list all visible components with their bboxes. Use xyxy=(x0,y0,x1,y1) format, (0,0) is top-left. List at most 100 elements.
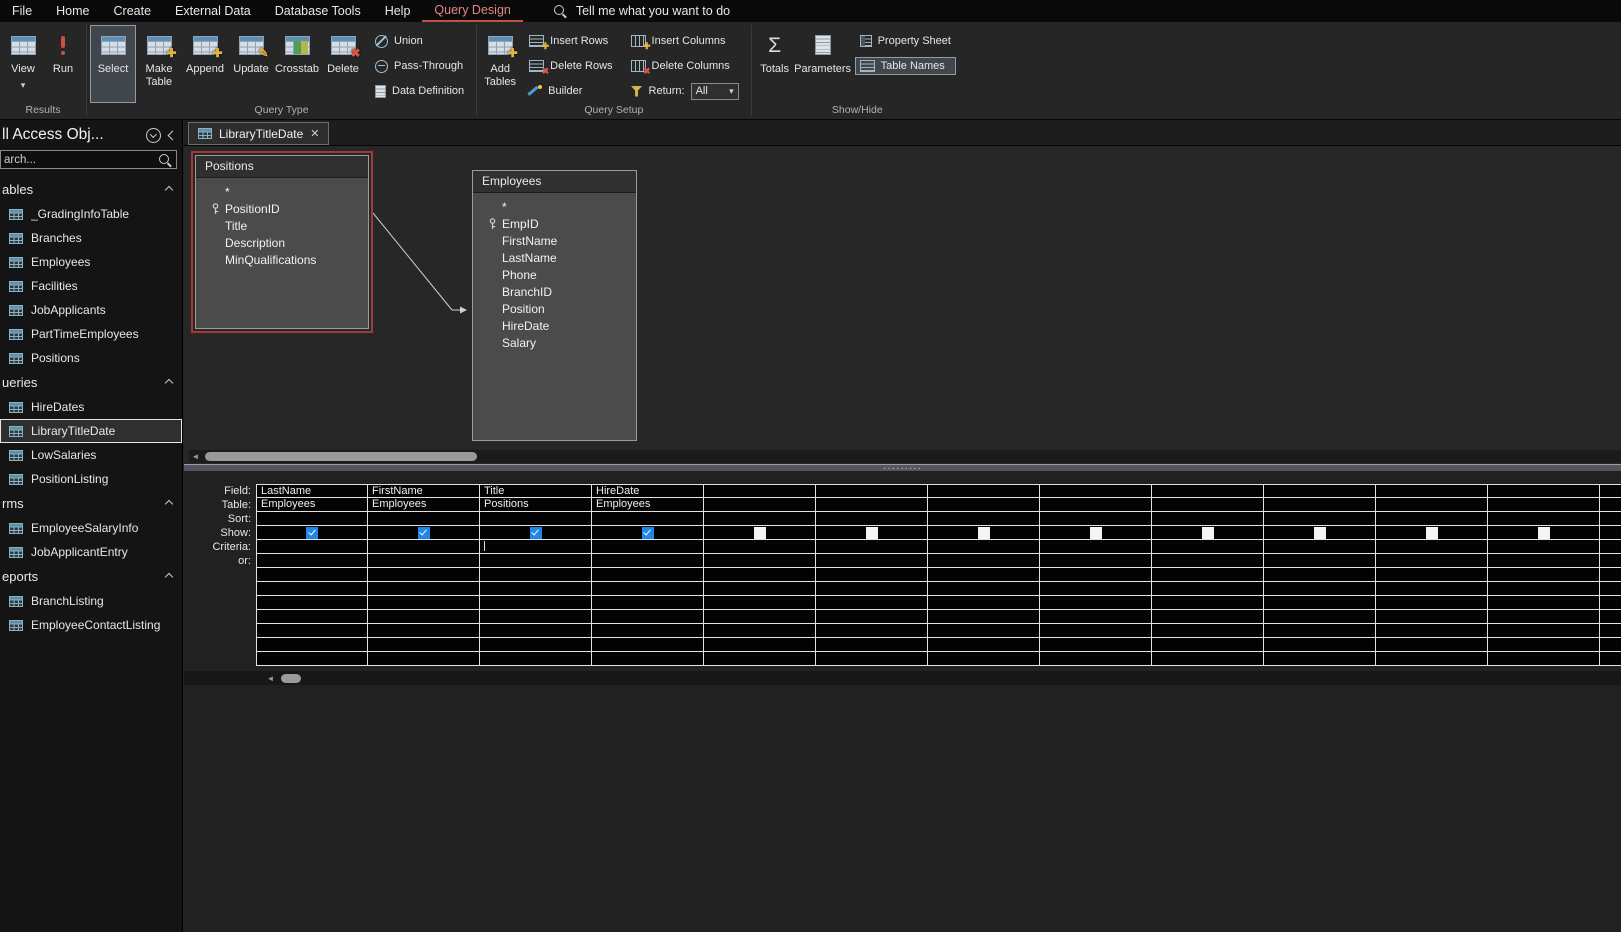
sidebar-item-hiredates[interactable]: HireDates xyxy=(0,395,182,419)
sidebar-item-employeecontactlisting[interactable]: EmployeeContactListing xyxy=(0,613,182,637)
grid-cell-extra-7-col1[interactable] xyxy=(368,582,480,596)
tab-close-icon[interactable]: ✕ xyxy=(310,127,319,140)
grid-cell-extra-8-col11[interactable] xyxy=(1488,596,1600,610)
show-checkbox-col11[interactable] xyxy=(1537,526,1550,539)
scroll-left-icon[interactable]: ◄ xyxy=(189,450,202,463)
grid-cell-extra-7-col6[interactable] xyxy=(928,582,1040,596)
delete-query-button[interactable]: ✖ Delete xyxy=(320,25,366,103)
grid-cell-extra-8-col1[interactable] xyxy=(368,596,480,610)
field-minqualifications[interactable]: MinQualifications xyxy=(196,251,368,268)
grid-cell-extra-9-col3[interactable] xyxy=(592,610,704,624)
view-dropdown-icon[interactable]: ▾ xyxy=(21,80,26,90)
grid-cell-table-col10[interactable] xyxy=(1376,498,1488,512)
nav-group-eports[interactable]: eports xyxy=(0,564,182,589)
grid-cell-extra-11-col1[interactable] xyxy=(368,638,480,652)
grid-cell-criteria-col12[interactable] xyxy=(1600,540,1621,554)
field-positionid[interactable]: PositionID xyxy=(196,200,368,217)
menu-item-create[interactable]: Create xyxy=(102,0,164,22)
grid-cell-extra-7-col8[interactable] xyxy=(1152,582,1264,596)
grid-cell-show-col1[interactable] xyxy=(368,526,480,540)
grid-cell-extra-12-col11[interactable] xyxy=(1488,652,1600,666)
nav-group-ueries[interactable]: ueries xyxy=(0,370,182,395)
grid-cell-extra-10-col7[interactable] xyxy=(1040,624,1152,638)
grid-cell-sort-col10[interactable] xyxy=(1376,512,1488,526)
field-title[interactable]: Title xyxy=(196,217,368,234)
insert-columns-button[interactable]: ✚ Insert Columns xyxy=(626,32,744,51)
make-table-button[interactable]: ✚ Make Table xyxy=(136,25,182,103)
show-checkbox-col0[interactable] xyxy=(306,526,318,539)
union-button[interactable]: Union xyxy=(370,32,469,50)
grid-cell-extra-10-col2[interactable] xyxy=(480,624,592,638)
grid-cell-show-col3[interactable] xyxy=(592,526,704,540)
grid-cell-show-col5[interactable] xyxy=(816,526,928,540)
grid-cell-sort-col6[interactable] xyxy=(928,512,1040,526)
field-salary[interactable]: Salary xyxy=(473,334,636,351)
grid-cell-table-col3[interactable]: Employees xyxy=(592,498,704,512)
grid-cell-extra-12-col12[interactable] xyxy=(1600,652,1621,666)
grid-cell-extra-12-col2[interactable] xyxy=(480,652,592,666)
grid-cell-extra-9-col1[interactable] xyxy=(368,610,480,624)
grid-cell-extra-10-col11[interactable] xyxy=(1488,624,1600,638)
grid-cell-field-col9[interactable] xyxy=(1264,484,1376,498)
grid-cell-or-col8[interactable] xyxy=(1152,554,1264,568)
property-sheet-button[interactable]: Property Sheet xyxy=(855,32,956,50)
field-star[interactable]: * xyxy=(196,183,368,200)
sidebar-item-parttimeemployees[interactable]: PartTimeEmployees xyxy=(0,322,182,346)
grid-cell-extra-11-col11[interactable] xyxy=(1488,638,1600,652)
table-names-button[interactable]: Table Names xyxy=(854,57,956,75)
field-position[interactable]: Position xyxy=(473,300,636,317)
grid-cell-extra-11-col3[interactable] xyxy=(592,638,704,652)
grid-cell-criteria-col4[interactable] xyxy=(704,540,816,554)
grid-cell-extra-12-col5[interactable] xyxy=(816,652,928,666)
grid-cell-extra-7-col0[interactable] xyxy=(256,582,368,596)
sidebar-item-employeesalaryinfo[interactable]: EmployeeSalaryInfo xyxy=(0,516,182,540)
grid-cell-show-col7[interactable] xyxy=(1040,526,1152,540)
nav-search-input[interactable]: arch... xyxy=(0,150,177,169)
grid-cell-extra-8-col7[interactable] xyxy=(1040,596,1152,610)
pass-through-button[interactable]: Pass-Through xyxy=(370,57,469,75)
add-tables-button[interactable]: ✚ Add Tables xyxy=(480,25,520,103)
grid-cell-extra-7-col12[interactable] xyxy=(1600,582,1621,596)
grid-cell-criteria-col11[interactable] xyxy=(1488,540,1600,554)
grid-cell-extra-9-col12[interactable] xyxy=(1600,610,1621,624)
grid-cell-extra-8-col2[interactable] xyxy=(480,596,592,610)
grid-cell-or-col4[interactable] xyxy=(704,554,816,568)
append-button[interactable]: ✚ Append xyxy=(182,25,228,103)
grid-cell-extra-12-col8[interactable] xyxy=(1152,652,1264,666)
show-checkbox-col4[interactable] xyxy=(753,526,766,539)
grid-cell-extra-7-col5[interactable] xyxy=(816,582,928,596)
grid-cell-criteria-col10[interactable] xyxy=(1376,540,1488,554)
pane-splitter[interactable] xyxy=(184,464,1621,471)
sidebar-item-gradinginfotable[interactable]: _GradingInfoTable xyxy=(0,202,182,226)
grid-cell-extra-11-col5[interactable] xyxy=(816,638,928,652)
grid-cell-extra-10-col3[interactable] xyxy=(592,624,704,638)
nav-group-ables[interactable]: ables xyxy=(0,177,182,202)
grid-cell-show-col4[interactable] xyxy=(704,526,816,540)
grid-cell-extra-11-col8[interactable] xyxy=(1152,638,1264,652)
grid-cell-extra-12-col10[interactable] xyxy=(1376,652,1488,666)
grid-cell-criteria-col1[interactable] xyxy=(368,540,480,554)
grid-cell-field-col6[interactable] xyxy=(928,484,1040,498)
select-query-button[interactable]: Select xyxy=(90,25,136,103)
grid-cell-criteria-col5[interactable] xyxy=(816,540,928,554)
menu-item-home[interactable]: Home xyxy=(44,0,101,22)
grid-cell-show-col9[interactable] xyxy=(1264,526,1376,540)
grid-cell-extra-6-col4[interactable] xyxy=(704,568,816,582)
grid-cell-extra-12-col4[interactable] xyxy=(704,652,816,666)
grid-cell-or-col5[interactable] xyxy=(816,554,928,568)
grid-cell-field-col8[interactable] xyxy=(1152,484,1264,498)
grid-cell-criteria-col8[interactable] xyxy=(1152,540,1264,554)
table-box-positions[interactable]: Positions * PositionID Title Description MinQ… xyxy=(191,151,373,333)
sidebar-item-jobapplicantentry[interactable]: JobApplicantEntry xyxy=(0,540,182,564)
show-checkbox-col7[interactable] xyxy=(1089,526,1102,539)
grid-cell-sort-col4[interactable] xyxy=(704,512,816,526)
grid-cell-extra-11-col9[interactable] xyxy=(1264,638,1376,652)
grid-cell-sort-col8[interactable] xyxy=(1152,512,1264,526)
nav-group-rms[interactable]: rms xyxy=(0,491,182,516)
grid-cell-extra-12-col3[interactable] xyxy=(592,652,704,666)
grid-cell-extra-8-col9[interactable] xyxy=(1264,596,1376,610)
grid-cell-table-col7[interactable] xyxy=(1040,498,1152,512)
grid-cell-criteria-col7[interactable] xyxy=(1040,540,1152,554)
grid-cell-extra-9-col9[interactable] xyxy=(1264,610,1376,624)
grid-cell-extra-11-col6[interactable] xyxy=(928,638,1040,652)
